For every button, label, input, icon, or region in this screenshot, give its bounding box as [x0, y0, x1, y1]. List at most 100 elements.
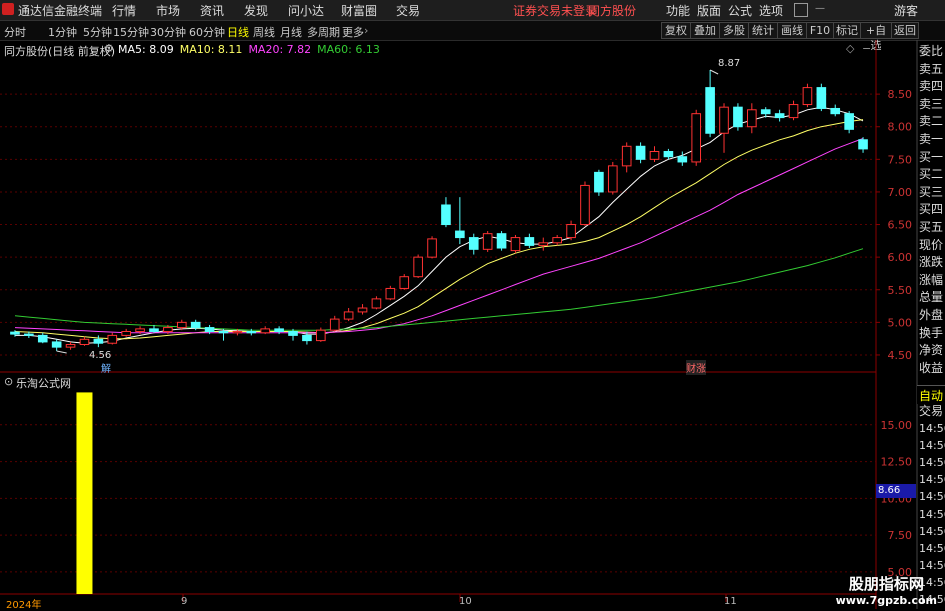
- candle-up: [747, 109, 757, 128]
- candle-up: [357, 307, 368, 313]
- collapse-icon[interactable]: −: [862, 42, 871, 55]
- tick-time: 14:56: [919, 422, 945, 435]
- indicator-tick-label: 12.50: [881, 456, 913, 469]
- candle-up: [121, 330, 131, 336]
- candle-down: [663, 151, 674, 158]
- low-pointer: [56, 350, 67, 354]
- candle-up: [802, 87, 813, 106]
- x-axis-label-nov: 11: [724, 596, 737, 607]
- main-chart-title: 同方股份(日线 前复权): [4, 45, 116, 58]
- tick-time: 14:56: [919, 456, 945, 470]
- candle-down: [441, 204, 451, 226]
- diamond-icon[interactable]: ◇: [846, 42, 854, 55]
- side-label: 买一: [919, 149, 944, 164]
- watermark-title: 股朋指标网: [848, 575, 924, 593]
- indicator-tick-label: 15.00: [881, 419, 913, 432]
- side-label: 买五: [919, 220, 944, 234]
- candle-down: [204, 327, 215, 332]
- unlock-marker[interactable]: 解: [101, 360, 111, 375]
- candle-down: [93, 338, 104, 344]
- candle-down: [594, 171, 604, 193]
- high-price-label: 8.87: [718, 58, 741, 69]
- candle-down: [37, 334, 48, 343]
- candle-down: [844, 113, 854, 130]
- candle-up: [482, 233, 493, 250]
- candle-up: [135, 328, 145, 332]
- side-label: 收益: [919, 360, 944, 375]
- candle-up: [580, 184, 590, 226]
- ma10-line: [14, 119, 864, 340]
- side-label: 卖一: [919, 132, 944, 146]
- ma5-line: [15, 106, 864, 344]
- candle-down: [635, 145, 646, 160]
- candle-down: [677, 156, 688, 163]
- candle-down: [524, 237, 535, 246]
- candle-up: [510, 237, 521, 252]
- indicator-current-value: 8.66: [876, 484, 916, 498]
- tick-time: 14:56: [919, 439, 945, 453]
- price-tick-label: 4.50: [888, 349, 913, 362]
- watermark-url: www.7gpzb.com: [835, 594, 937, 607]
- candle-down: [274, 328, 284, 332]
- candle-down: [816, 87, 827, 109]
- side-label: 净资: [919, 343, 944, 358]
- candle-down: [774, 113, 785, 119]
- indicator-tick-label: 7.50: [888, 529, 913, 542]
- candle-down: [24, 333, 34, 336]
- candle-up: [427, 238, 437, 258]
- candle-down: [149, 328, 159, 332]
- watermark: 股朋指标网 www.7gpzb.com: [836, 573, 937, 607]
- candle-down: [468, 237, 479, 250]
- candle-up: [163, 327, 173, 332]
- ma10-legend: MA10: 8.11: [179, 43, 243, 56]
- side-label: 总量: [919, 290, 944, 305]
- side-label: 换手: [919, 325, 944, 340]
- ma20-line: [14, 138, 864, 334]
- indicator-collapse-icon[interactable]: ⊙: [4, 375, 13, 388]
- candle-up: [621, 145, 632, 167]
- kline-chart[interactable]: 4.505.005.506.006.507.007.508.008.505.00…: [0, 0, 945, 609]
- candle-up: [65, 344, 76, 348]
- tick-time: 14:56: [919, 541, 945, 555]
- tick-time: 14:56: [919, 490, 945, 504]
- candle-up: [649, 151, 660, 160]
- ma60-legend: MA60: 6.13: [317, 43, 380, 56]
- x-axis-label-sep: 9: [181, 596, 188, 607]
- candle-up: [260, 328, 271, 334]
- ma5-label: MA5: 8.09 MA10: 8.11 MA20: 7.82 MA60: 6.13: [118, 43, 386, 56]
- candle-up: [552, 237, 562, 244]
- tick-time: 14:56: [919, 558, 945, 572]
- candle-down: [496, 233, 507, 249]
- candle-down: [760, 109, 771, 115]
- candle-up: [788, 104, 799, 119]
- candle-down: [455, 230, 465, 239]
- indicator-bar: [76, 392, 93, 594]
- x-axis-label-oct: 10: [459, 596, 472, 607]
- candle-down: [190, 321, 201, 329]
- candle-up: [371, 298, 382, 309]
- side-label: 卖二: [919, 114, 944, 129]
- candle-down: [246, 330, 257, 334]
- trade-tab[interactable]: 交易: [919, 402, 943, 419]
- indicator-title: 乐淘公式网: [16, 377, 71, 390]
- candle-down: [705, 87, 715, 134]
- candle-up: [79, 338, 90, 346]
- side-label: 买四: [919, 202, 944, 217]
- candle-up: [399, 276, 410, 289]
- tick-time: 14:56: [919, 507, 945, 521]
- settings-gear-icon[interactable]: ⚙: [104, 42, 114, 55]
- side-label: 买二: [919, 167, 944, 182]
- side-label: 买三: [919, 184, 944, 199]
- candle-up: [343, 311, 354, 320]
- price-tick-label: 8.00: [888, 121, 913, 134]
- side-label: 现价: [919, 237, 944, 252]
- side-label: 卖四: [919, 79, 944, 94]
- earnings-marker[interactable]: 财涨: [686, 360, 706, 375]
- candle-down: [51, 341, 62, 348]
- candle-up: [566, 224, 576, 239]
- candle-up: [232, 330, 243, 334]
- price-tick-label: 6.00: [888, 251, 913, 264]
- candle-down: [733, 106, 743, 128]
- candle-up: [385, 287, 396, 300]
- price-tick-label: 5.00: [888, 316, 913, 329]
